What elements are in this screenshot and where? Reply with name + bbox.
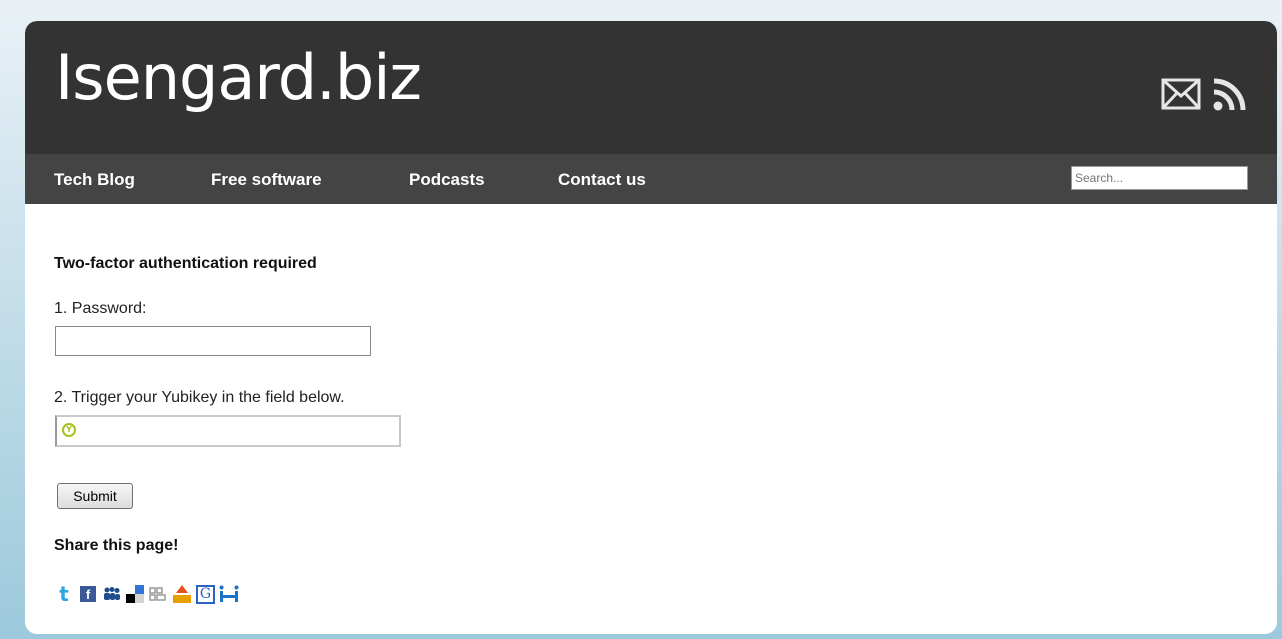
password-label: 1. Password: (54, 300, 147, 317)
submit-button[interactable]: Submit (57, 483, 133, 509)
rss-icon[interactable] (1213, 77, 1247, 111)
yubikey-label: 2. Trigger your Yubikey in the field bel… (54, 389, 345, 406)
yubikey-field[interactable]: Y (55, 415, 401, 447)
site-header: Isengard.biz (25, 21, 1277, 154)
google-bookmarks-icon[interactable]: G (196, 584, 215, 604)
nav-item-tech-blog[interactable]: Tech Blog (54, 170, 135, 190)
facebook-icon[interactable]: f (80, 586, 96, 602)
myspace-icon[interactable] (102, 584, 122, 604)
form-title: Two-factor authentication required (54, 255, 317, 272)
stumbleupon-icon[interactable] (172, 584, 192, 604)
delicious-icon[interactable] (126, 585, 144, 603)
digg-icon[interactable] (148, 584, 168, 604)
search-input[interactable] (1071, 166, 1248, 190)
share-icons: t f G (54, 582, 243, 606)
nav-item-free-software[interactable]: Free software (211, 170, 322, 190)
nav-item-contact-us[interactable]: Contact us (558, 170, 646, 190)
twitter-icon[interactable]: t (54, 582, 74, 606)
header-icons (1161, 77, 1247, 111)
mail-icon[interactable] (1161, 77, 1201, 111)
yubikey-icon: Y (62, 423, 76, 437)
password-field[interactable] (55, 326, 371, 356)
nav-item-podcasts[interactable]: Podcasts (409, 170, 485, 190)
site-title[interactable]: Isengard.biz (55, 47, 422, 109)
hi5-icon[interactable] (219, 584, 239, 604)
share-title: Share this page! (54, 537, 179, 554)
page-container: Isengard.biz Tech Blog Free software Pod… (25, 21, 1277, 634)
nav-bar: Tech Blog Free software Podcasts Contact… (25, 154, 1277, 204)
